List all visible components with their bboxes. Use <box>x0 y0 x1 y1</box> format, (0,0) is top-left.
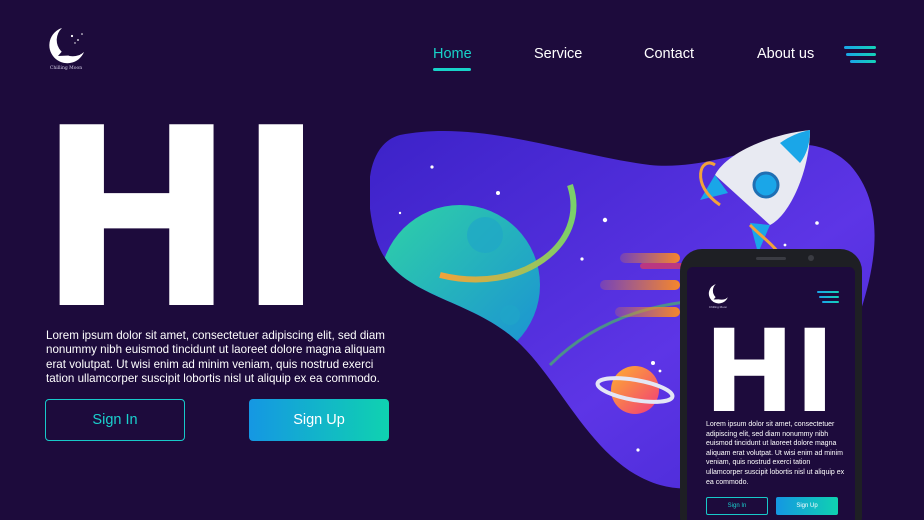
sign-in-button[interactable]: Sign In <box>45 399 185 441</box>
big-planet <box>380 205 540 365</box>
phone-hero-heading: HI <box>704 305 835 438</box>
nav-item-home[interactable]: Home <box>433 46 472 62</box>
brand-logo[interactable]: Chilling Moon <box>44 26 88 74</box>
nav-item-service[interactable]: Service <box>534 46 582 62</box>
crescent-moon-icon <box>708 284 728 304</box>
phone-camera <box>808 255 814 261</box>
phone-hero-description: Lorem ipsum dolor sit amet, consectetuer… <box>706 421 845 486</box>
phone-speaker <box>756 257 786 260</box>
phone-sign-up-button: Sign Up <box>776 497 838 515</box>
phone-sign-in-button: Sign In <box>706 497 768 515</box>
hero-heading: HI <box>38 76 327 364</box>
brand-name: Chilling Moon <box>49 66 83 71</box>
hamburger-menu-icon[interactable] <box>844 46 876 66</box>
nav-item-about-us[interactable]: About us <box>757 46 814 62</box>
phone-mockup: Chilling Moon HI Lorem ipsum dolor sit a… <box>680 249 862 520</box>
hero-description: Lorem ipsum dolor sit amet, consectetuer… <box>46 329 385 385</box>
sign-up-button[interactable]: Sign Up <box>249 399 389 441</box>
phone-hamburger-menu-icon <box>817 291 839 305</box>
crescent-moon-icon <box>49 28 84 64</box>
nav-active-indicator <box>433 68 471 71</box>
nav-item-contact[interactable]: Contact <box>644 46 694 62</box>
phone-screen: Chilling Moon HI Lorem ipsum dolor sit a… <box>687 267 855 520</box>
